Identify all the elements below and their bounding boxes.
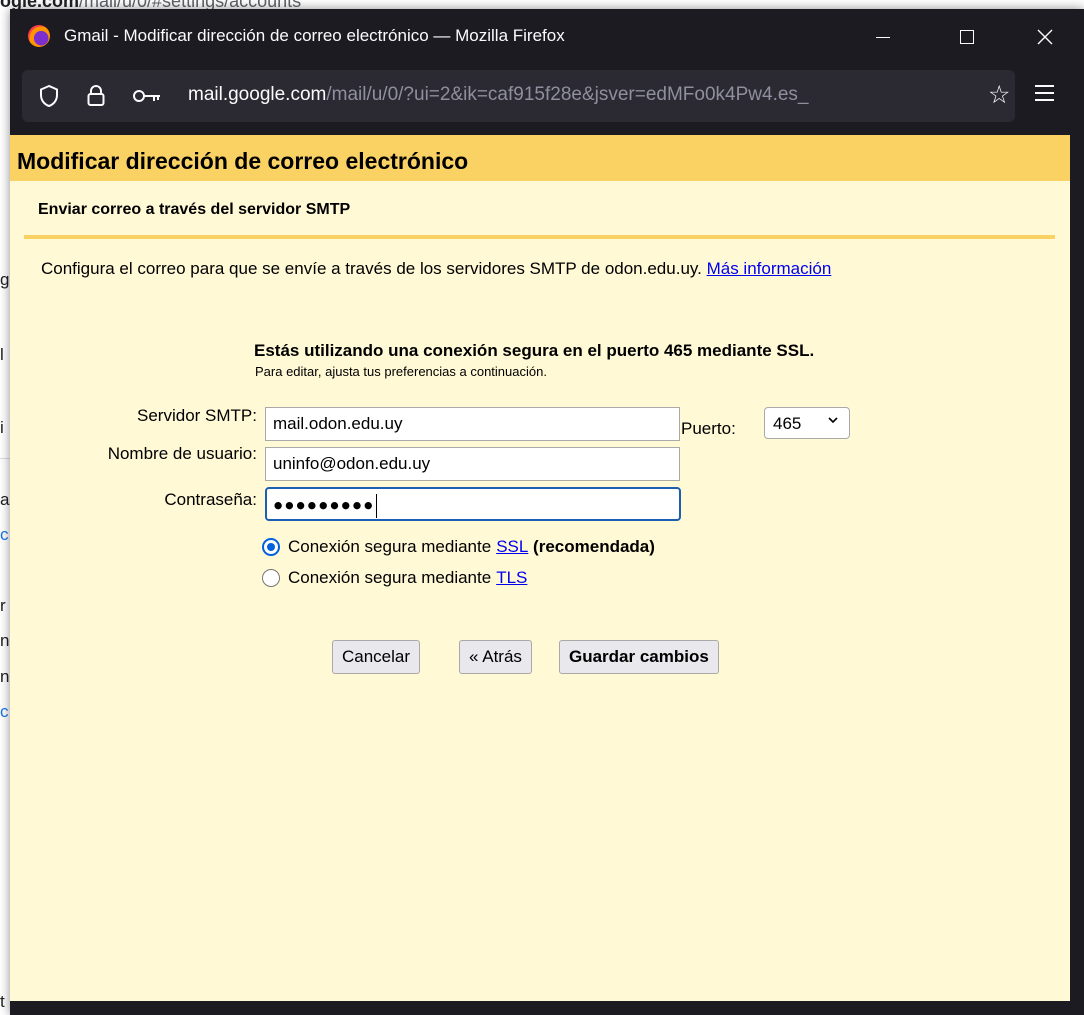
secure-connection-subtext: Para editar, ajusta tus preferencias a c… xyxy=(255,364,547,379)
section-title: Enviar correo a través del servidor SMTP xyxy=(38,201,351,218)
close-icon xyxy=(1037,29,1053,45)
password-label: Contraseña: xyxy=(164,490,257,509)
minimize-icon xyxy=(876,36,890,38)
background-divider xyxy=(0,458,10,459)
smtp-server-input[interactable]: mail.odon.edu.uy xyxy=(265,407,680,441)
port-select[interactable]: 465 xyxy=(764,407,850,439)
background-text-fragment: g xyxy=(0,270,10,289)
menu-icon[interactable] xyxy=(1035,85,1054,106)
back-button[interactable]: « Atrás xyxy=(459,640,532,674)
page-title: Modificar dirección de correo electrónic… xyxy=(17,148,469,174)
key-icon[interactable] xyxy=(132,86,162,111)
ssl-option-label: Conexión segura mediante xyxy=(288,537,492,556)
maximize-icon xyxy=(960,30,974,44)
background-text-fragment: a xyxy=(0,490,10,509)
minimize-button[interactable] xyxy=(860,17,906,57)
more-info-link[interactable]: Más información xyxy=(707,259,832,278)
background-text-fragment: i xyxy=(0,418,4,437)
dialog-header: Modificar dirección de correo electrónic… xyxy=(10,135,1070,181)
chevron-down-icon xyxy=(827,414,839,429)
username-input[interactable]: uninfo@odon.edu.uy xyxy=(265,447,680,481)
title-bar[interactable]: Gmail - Modificar dirección de correo el… xyxy=(10,9,1084,61)
background-link-fragment[interactable]: c xyxy=(0,702,9,722)
window-title: Gmail - Modificar dirección de correo el… xyxy=(64,26,565,45)
background-text-fragment: r xyxy=(0,596,6,615)
intro-text: Configura el correo para que se envíe a … xyxy=(41,259,832,278)
address-bar[interactable]: mail.google.com/mail/u/0/?ui=2&ik=caf915… xyxy=(22,70,1015,122)
tls-option[interactable]: Conexión segura mediante TLS xyxy=(262,568,527,588)
port-label: Puerto: xyxy=(681,419,736,438)
section-divider xyxy=(24,235,1055,239)
text-caret xyxy=(376,494,378,518)
url-text[interactable]: mail.google.com/mail/u/0/?ui=2&ik=caf915… xyxy=(188,84,809,106)
save-changes-button[interactable]: Guardar cambios xyxy=(559,640,719,674)
background-text-fragment: l xyxy=(0,345,4,364)
tls-radio[interactable] xyxy=(262,569,280,587)
ssl-radio[interactable] xyxy=(262,538,280,556)
smtp-server-label: Servidor SMTP: xyxy=(137,406,257,425)
background-text-fragment: n xyxy=(0,631,10,650)
lock-icon[interactable] xyxy=(86,84,106,113)
password-input[interactable]: ●●●●●●●●● xyxy=(265,487,681,521)
settings-dialog: Modificar dirección de correo electrónic… xyxy=(10,135,1070,1001)
firefox-logo-icon xyxy=(28,25,50,47)
tls-option-label: Conexión segura mediante xyxy=(288,568,492,587)
shield-icon[interactable] xyxy=(38,84,60,113)
cancel-button[interactable]: Cancelar xyxy=(332,640,421,674)
background-link-fragment[interactable]: c xyxy=(0,525,9,545)
close-button[interactable] xyxy=(1022,17,1068,57)
username-label: Nombre de usuario: xyxy=(107,444,257,463)
tls-link[interactable]: TLS xyxy=(496,568,527,588)
background-text-fragment: t xyxy=(0,992,5,1011)
bookmark-star-icon[interactable]: ☆ xyxy=(988,80,1010,110)
ssl-option[interactable]: Conexión segura mediante SSL (recomendad… xyxy=(262,537,655,557)
ssl-link[interactable]: SSL xyxy=(496,537,528,557)
recommended-label: (recomendada) xyxy=(528,537,655,556)
secure-connection-heading: Estás utilizando una conexión segura en … xyxy=(254,341,815,360)
maximize-button[interactable] xyxy=(944,17,990,57)
background-text-fragment: n xyxy=(0,667,10,686)
